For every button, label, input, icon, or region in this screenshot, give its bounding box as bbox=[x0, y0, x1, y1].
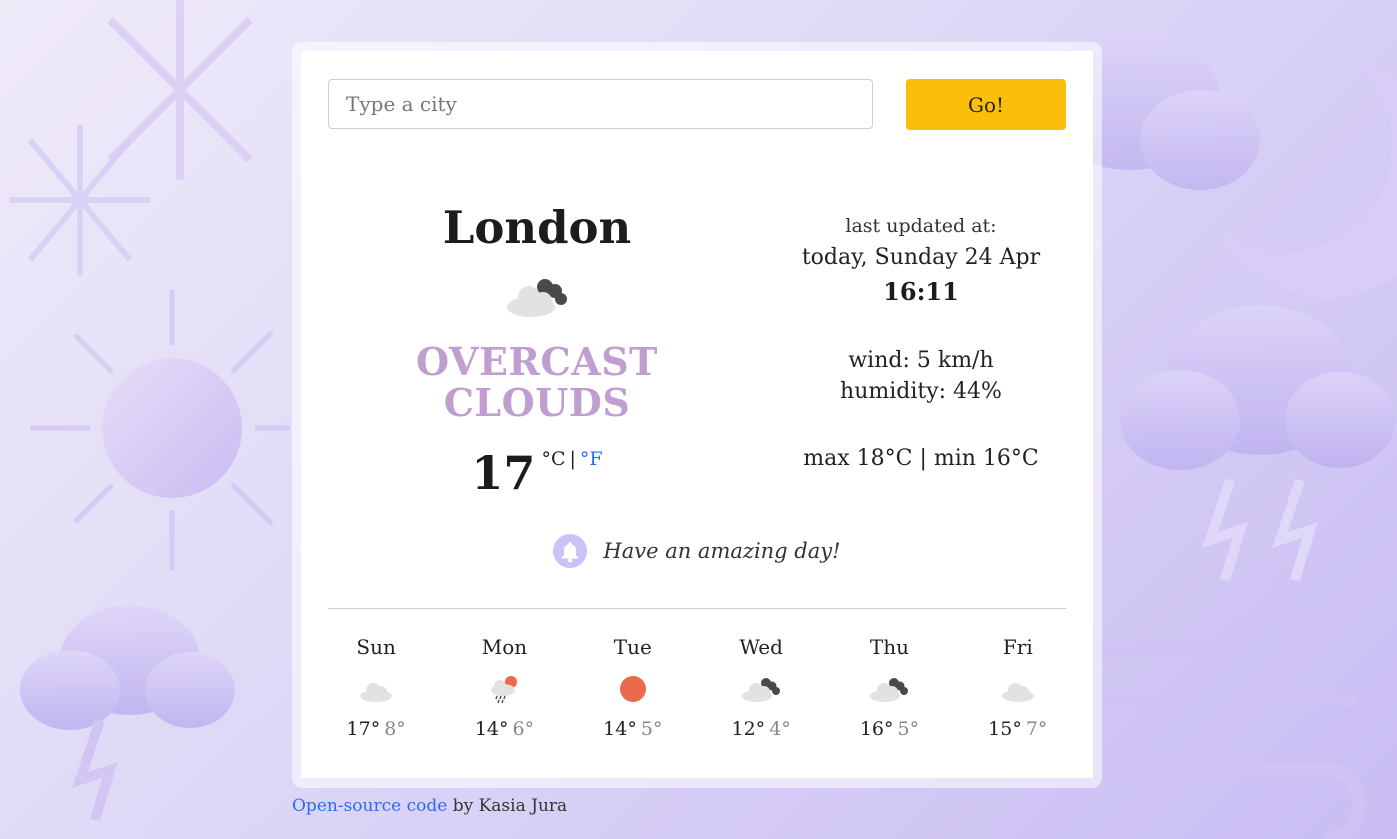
forecast-day-name: Fri bbox=[1002, 635, 1033, 659]
open-source-link[interactable]: Open-source code bbox=[292, 796, 447, 816]
wind-speed: wind: 5 km/h bbox=[848, 348, 994, 374]
forecast-day: Mon 14° 6° bbox=[440, 634, 568, 740]
search-input[interactable] bbox=[328, 79, 873, 129]
last-updated-label: last updated at: bbox=[845, 215, 997, 237]
sun-icon bbox=[30, 290, 290, 570]
go-button[interactable]: Go! bbox=[906, 79, 1066, 130]
forecast-min: 7° bbox=[1025, 718, 1048, 740]
greeting: Have an amazing day! bbox=[301, 534, 1093, 568]
rain-sun-icon bbox=[491, 676, 518, 704]
snowflake-icon bbox=[10, 125, 150, 275]
weather-description: OVERCAST CLOUDS bbox=[416, 338, 658, 426]
forecast-day: Thu 16° 5° bbox=[825, 634, 953, 740]
forecast-max: 12° bbox=[731, 718, 766, 740]
greeting-text: Have an amazing day! bbox=[603, 539, 841, 563]
snowflake-icon bbox=[107, 0, 253, 180]
forecast-temps: 15° 7° bbox=[954, 718, 1082, 740]
overcast-clouds-icon bbox=[742, 678, 781, 702]
moon-icon bbox=[1220, 60, 1397, 298]
footer-credit: by Kasia Jura bbox=[447, 796, 568, 816]
forecast-min: 8° bbox=[384, 718, 406, 740]
overcast-clouds-icon bbox=[870, 678, 909, 702]
forecast-temps: 14° 5° bbox=[569, 718, 697, 740]
divider bbox=[328, 608, 1066, 609]
forecast-min: 4° bbox=[769, 718, 791, 740]
sun-icon bbox=[619, 676, 646, 702]
forecast-temps: 17° 8° bbox=[312, 718, 440, 740]
weather-details: last updated at: today, Sunday 24 Apr 16… bbox=[771, 214, 1071, 473]
fahrenheit-link[interactable]: °F bbox=[580, 448, 603, 470]
cloud-icon bbox=[1001, 683, 1034, 702]
forecast-day-name: Wed bbox=[739, 635, 783, 659]
temperature-row: 17 °C | °F bbox=[328, 440, 746, 496]
forecast: Sun 17° 8° Mon 14° 6° Tue 14° 5° Wed 12°… bbox=[312, 634, 1082, 740]
forecast-temps: 14° 6° bbox=[440, 718, 568, 740]
forecast-day-name: Tue bbox=[613, 635, 652, 659]
last-updated-time: 16:11 bbox=[883, 277, 959, 307]
forecast-day-name: Sun bbox=[356, 635, 396, 659]
forecast-max: 15° bbox=[988, 718, 1022, 740]
last-updated-date: today, Sunday 24 Apr bbox=[801, 244, 1041, 270]
forecast-temps: 12° 4° bbox=[697, 718, 825, 740]
forecast-max: 14° bbox=[603, 718, 637, 740]
unit-separator: | bbox=[569, 448, 576, 471]
forecast-min: 6° bbox=[512, 718, 535, 740]
storm-cloud-icon bbox=[20, 605, 235, 822]
celsius-link[interactable]: °C bbox=[541, 448, 565, 470]
forecast-day-name: Thu bbox=[869, 635, 910, 659]
unit-switch: °C | °F bbox=[541, 448, 602, 470]
forecast-day: Tue 14° 5° bbox=[569, 634, 697, 740]
forecast-max: 16° bbox=[859, 718, 894, 740]
forecast-day: Fri 15° 7° bbox=[954, 634, 1082, 740]
bell-icon bbox=[553, 534, 588, 568]
wind-icon bbox=[1093, 583, 1367, 839]
storm-cloud-icon bbox=[1120, 305, 1395, 582]
city-name: London bbox=[442, 201, 632, 254]
forecast-day: Sun 17° 8° bbox=[312, 634, 440, 740]
forecast-min: 5° bbox=[897, 718, 920, 740]
temperature-value: 17 bbox=[471, 446, 536, 501]
max-min-temperature: max 18°C | min 16°C bbox=[803, 445, 1039, 471]
cloud-icon bbox=[360, 683, 393, 702]
forecast-day: Wed 12° 4° bbox=[697, 634, 825, 740]
current-weather: London OVERCAST CLOUDS 17 °C | °F bbox=[328, 201, 746, 496]
forecast-temps: 16° 5° bbox=[825, 718, 953, 740]
forecast-max: 17° bbox=[346, 718, 381, 740]
humidity: humidity: 44% bbox=[840, 379, 1002, 405]
footer: Open-source code by Kasia Jura bbox=[292, 796, 567, 816]
forecast-min: 5° bbox=[640, 718, 663, 740]
forecast-max: 14° bbox=[474, 718, 509, 740]
forecast-day-name: Mon bbox=[481, 635, 528, 659]
overcast-clouds-icon bbox=[507, 278, 567, 317]
weather-card: Go! London OVERCAST CLOUDS 17 °C|°F last… bbox=[301, 51, 1093, 778]
